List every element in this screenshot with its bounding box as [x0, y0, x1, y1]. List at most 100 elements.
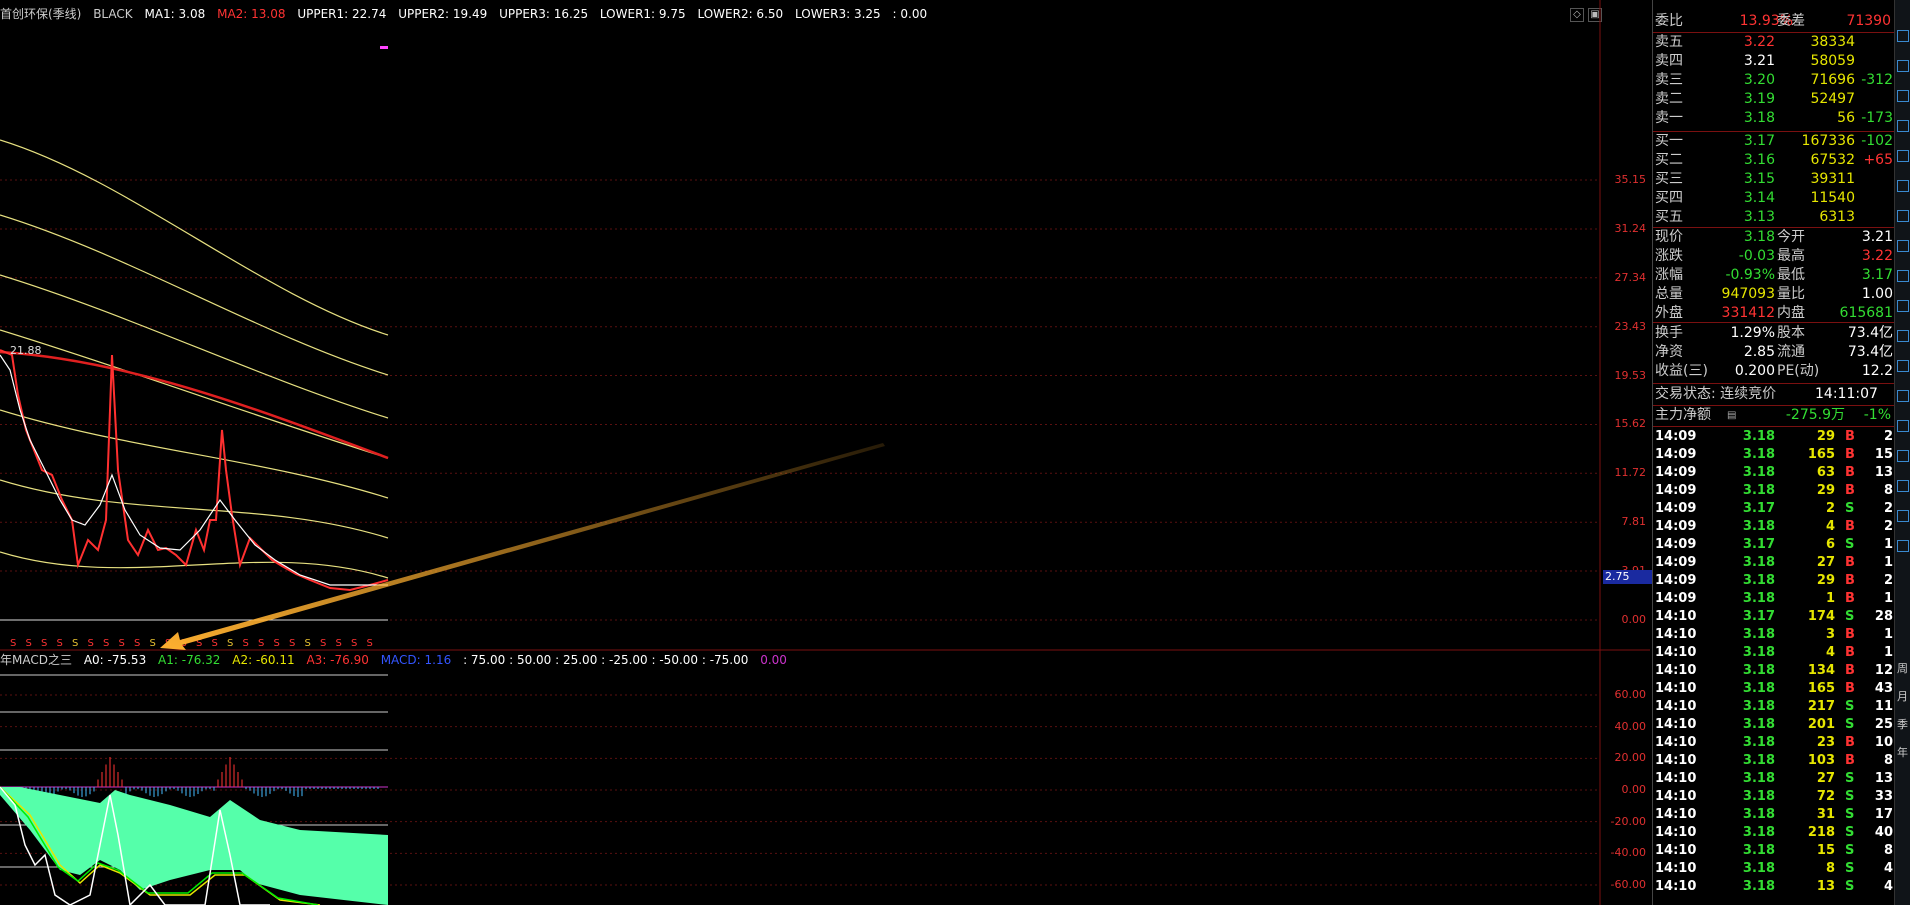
tool-icon[interactable]: [1897, 330, 1909, 342]
signal-marker: S: [258, 638, 264, 649]
tick-price: 3.18: [1742, 645, 1775, 660]
tick-row[interactable]: 14:10 3.18 3 B 1: [1655, 626, 1893, 644]
tick-side: B: [1845, 663, 1855, 678]
bid-volume: 39311: [1810, 171, 1855, 187]
tool-icon[interactable]: [1897, 300, 1909, 312]
main-axis-label: 0.00: [1621, 613, 1647, 626]
tick-row[interactable]: 14:10 3.18 13 S 4: [1655, 878, 1893, 896]
bid-row[interactable]: 买四 3.14 11540: [1655, 189, 1893, 208]
stat-row[interactable]: 总量 947093 量比 1.00: [1655, 285, 1893, 304]
macd-chart[interactable]: [0, 655, 1650, 905]
tool-icon[interactable]: [1897, 210, 1909, 222]
tool-icon[interactable]: [1897, 180, 1909, 192]
tick-row[interactable]: 14:10 3.18 134 B 12: [1655, 662, 1893, 680]
bid-row[interactable]: 买三 3.15 39311: [1655, 170, 1893, 189]
tick-price: 3.18: [1742, 663, 1775, 678]
bid-row[interactable]: 买二 3.16 67532 +65: [1655, 151, 1893, 170]
tick-row[interactable]: 14:10 3.18 103 B 8: [1655, 752, 1893, 770]
tick-row[interactable]: 14:10 3.18 217 S 11: [1655, 698, 1893, 716]
ask-label: 卖一: [1655, 110, 1683, 126]
chart-area[interactable]: 首创环保(季线) BLACK MA1: 3.08 MA2: 13.08 UPPE…: [0, 0, 1652, 905]
tick-row[interactable]: 14:10 3.18 4 B 1: [1655, 644, 1893, 662]
main-axis-label: 31.24: [1614, 221, 1647, 235]
tick-row[interactable]: 14:09 3.18 1 B 1: [1655, 590, 1893, 608]
stat-row[interactable]: 外盘 331412 内盘 615681: [1655, 304, 1893, 323]
period-tab[interactable]: 年: [1897, 744, 1908, 760]
tick-row[interactable]: 14:10 3.18 201 S 25: [1655, 716, 1893, 734]
tick-row[interactable]: 14:09 3.18 29 B 2: [1655, 428, 1893, 446]
tool-icon[interactable]: [1897, 90, 1909, 102]
bid-label: 买五: [1655, 209, 1683, 225]
main-flow-pct: -1%: [1863, 407, 1891, 423]
tick-row[interactable]: 14:09 3.18 63 B 13: [1655, 464, 1893, 482]
signal-marker: S: [305, 638, 311, 649]
period-tab[interactable]: 季: [1897, 716, 1908, 732]
tool-icon[interactable]: [1897, 360, 1909, 372]
tool-icon[interactable]: [1897, 390, 1909, 402]
tick-row[interactable]: 14:10 3.17 174 S 28: [1655, 608, 1893, 626]
period-tab[interactable]: 周: [1897, 660, 1908, 676]
ask-row[interactable]: 卖五 3.22 38334: [1655, 33, 1893, 52]
main-flow-row[interactable]: 主力净额 ▤ -275.9万 -1%: [1655, 406, 1893, 425]
tick-count: 12: [1874, 663, 1893, 678]
tick-time: 14:10: [1655, 717, 1697, 732]
tool-icon[interactable]: [1897, 420, 1909, 432]
stat2-row[interactable]: 收益(三) 0.200 PE(动) 12.2: [1655, 362, 1893, 381]
ask-row[interactable]: 卖一 3.18 56 -173: [1655, 109, 1893, 128]
bid-row[interactable]: 买一 3.17 167336 -102: [1655, 132, 1893, 151]
tick-row[interactable]: 14:10 3.18 31 S 17: [1655, 806, 1893, 824]
list-icon[interactable]: ▤: [1727, 406, 1736, 425]
tool-icon[interactable]: [1897, 30, 1909, 42]
tick-count: 13: [1874, 465, 1893, 480]
stat-row[interactable]: 现价 3.18 今开 3.21: [1655, 228, 1893, 247]
tick-row[interactable]: 14:09 3.18 4 B 2: [1655, 518, 1893, 536]
tick-price: 3.18: [1742, 573, 1775, 588]
stat-row[interactable]: 涨跌 -0.03 最高 3.22: [1655, 247, 1893, 266]
tick-row[interactable]: 14:10 3.18 165 B 43: [1655, 680, 1893, 698]
stat-label-2: 最低: [1777, 267, 1805, 283]
tool-icon[interactable]: [1897, 120, 1909, 132]
tick-volume: 165: [1807, 447, 1835, 462]
ask-row[interactable]: 卖三 3.20 71696 -312: [1655, 71, 1893, 90]
ask-row[interactable]: 卖四 3.21 58059: [1655, 52, 1893, 71]
tick-price: 3.18: [1742, 591, 1775, 606]
tool-icon[interactable]: [1897, 270, 1909, 282]
tool-icon[interactable]: [1897, 480, 1909, 492]
tick-row[interactable]: 14:10 3.18 218 S 40: [1655, 824, 1893, 842]
tick-row[interactable]: 14:10 3.18 27 S 13: [1655, 770, 1893, 788]
tool-icon[interactable]: [1897, 450, 1909, 462]
tick-time: 14:10: [1655, 771, 1697, 786]
stat2-row[interactable]: 换手 1.29% 股本 73.4亿: [1655, 324, 1893, 343]
stat-row[interactable]: 涨幅 -0.93% 最低 3.17: [1655, 266, 1893, 285]
tick-row[interactable]: 14:10 3.18 72 S 33: [1655, 788, 1893, 806]
tick-volume: 63: [1816, 465, 1835, 480]
tick-row[interactable]: 14:09 3.18 27 B 1: [1655, 554, 1893, 572]
tick-price: 3.17: [1742, 609, 1775, 624]
side-toolbar: 周月季年: [1894, 0, 1910, 905]
tick-row[interactable]: 14:10 3.18 23 B 10: [1655, 734, 1893, 752]
bid-row[interactable]: 买五 3.13 6313: [1655, 208, 1893, 227]
tick-side: S: [1845, 537, 1855, 552]
tick-side: B: [1845, 753, 1855, 768]
tick-row[interactable]: 14:09 3.18 29 B 8: [1655, 482, 1893, 500]
tick-side: S: [1845, 807, 1855, 822]
stat-value: 331412: [1721, 305, 1775, 321]
tick-row[interactable]: 14:09 3.17 2 S 2: [1655, 500, 1893, 518]
tick-row[interactable]: 14:10 3.18 8 S 4: [1655, 860, 1893, 878]
tick-row[interactable]: 14:09 3.18 165 B 15: [1655, 446, 1893, 464]
tool-icon[interactable]: [1897, 540, 1909, 552]
stat2-row[interactable]: 净资 2.85 流通 73.4亿: [1655, 343, 1893, 362]
tool-icon[interactable]: [1897, 510, 1909, 522]
ask-row[interactable]: 卖二 3.19 52497: [1655, 90, 1893, 109]
tool-icon[interactable]: [1897, 240, 1909, 252]
tool-icon[interactable]: [1897, 150, 1909, 162]
period-tab[interactable]: 月: [1897, 688, 1908, 704]
tool-icon[interactable]: [1897, 60, 1909, 72]
tick-row[interactable]: 14:09 3.18 29 B 2: [1655, 572, 1893, 590]
main-chart[interactable]: SSSSSSSSSSSSSSSSSSSSSSSS: [0, 0, 1650, 655]
stat2-label-2: 股本: [1777, 325, 1805, 341]
stat-label: 现价: [1655, 229, 1683, 245]
tick-time: 14:09: [1655, 483, 1697, 498]
tick-row[interactable]: 14:10 3.18 15 S 8: [1655, 842, 1893, 860]
tick-row[interactable]: 14:09 3.17 6 S 1: [1655, 536, 1893, 554]
